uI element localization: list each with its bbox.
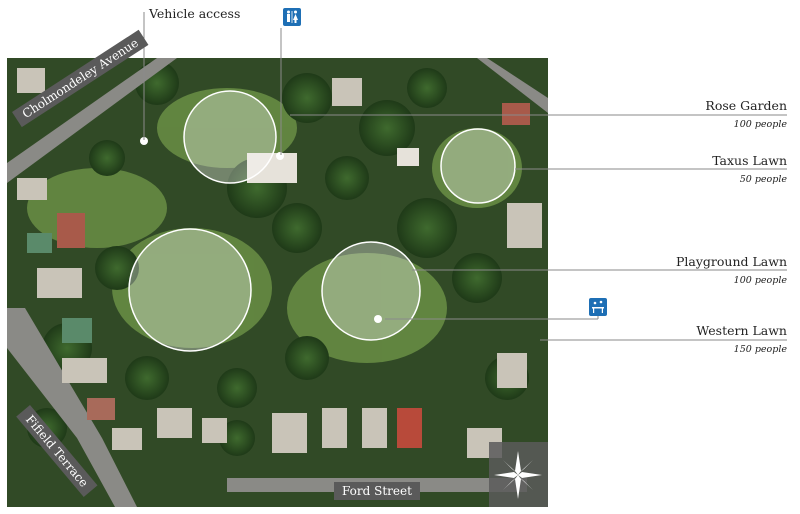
vehicle-access-label: Vehicle access <box>149 6 241 21</box>
taxus-lawn-capacity: 50 people <box>739 174 787 185</box>
western-lawn-label: Western Lawn <box>696 323 787 338</box>
rose-garden-label: Rose Garden <box>705 98 787 113</box>
playground-icon <box>589 298 607 316</box>
rose-garden-capacity: 100 people <box>733 119 787 130</box>
playground-lawn-label: Playground Lawn <box>675 254 787 269</box>
street-label-ford: Ford Street <box>334 482 420 500</box>
toilets-icon <box>283 8 301 26</box>
playground-lawn-capacity: 100 people <box>733 275 787 286</box>
taxus-lawn-label: Taxus Lawn <box>712 153 787 168</box>
western-lawn-capacity: 150 people <box>733 344 787 355</box>
